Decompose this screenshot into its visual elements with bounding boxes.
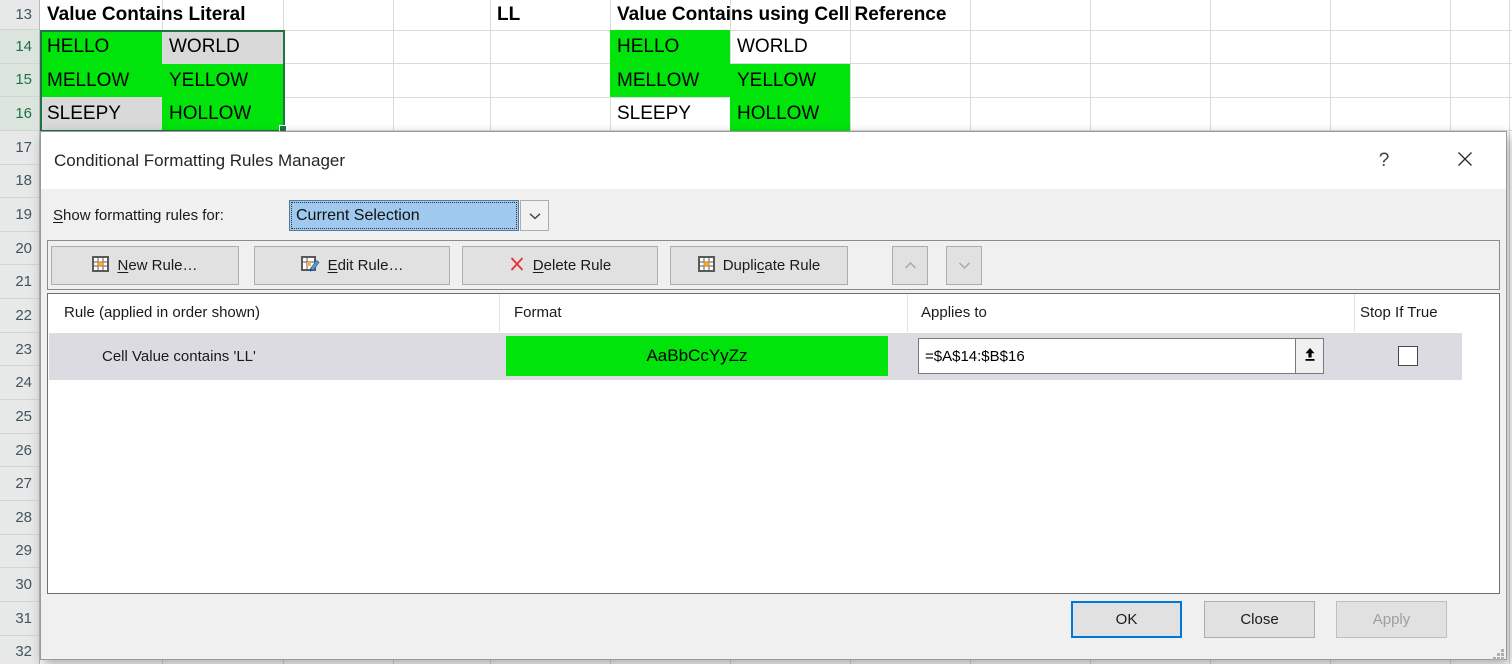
cell-G15[interactable]: YELLOW	[730, 64, 850, 97]
column-divider	[1354, 294, 1355, 332]
scope-dropdown-arrow-button[interactable]	[520, 200, 549, 231]
column-header-format: Format	[514, 294, 562, 332]
delete-x-icon	[509, 256, 525, 276]
excel-screen: 13 14 15 16 17 18 19 20 21 22 23 24 25 2…	[0, 0, 1512, 664]
duplicate-rule-label: Duplicate Rule	[723, 257, 821, 274]
close-dialog-button[interactable]: Close	[1204, 601, 1315, 638]
row-number[interactable]: 20	[0, 232, 39, 266]
row-number[interactable]: 23	[0, 333, 39, 367]
cell-B15[interactable]: YELLOW	[162, 64, 283, 97]
row-number[interactable]: 19	[0, 198, 39, 232]
cell-A13-heading[interactable]: Value Contains Literal	[40, 0, 246, 30]
cf-rules-manager-dialog: Conditional Formatting Rules Manager ? S…	[40, 131, 1507, 660]
scope-dropdown-value[interactable]: Current Selection	[289, 200, 519, 231]
column-header-stop-if-true: Stop If True	[1360, 294, 1438, 332]
cell-B16[interactable]: HOLLOW	[162, 97, 283, 131]
column-header-rule: Rule (applied in order shown)	[64, 294, 260, 332]
rule-description: Cell Value contains 'LL'	[102, 333, 256, 380]
cell-E13-literal[interactable]: LL	[490, 0, 520, 30]
edit-rule-button[interactable]: Edit Rule…	[254, 246, 450, 285]
dialog-title: Conditional Formatting Rules Manager	[54, 132, 345, 189]
collapse-dialog-range-button[interactable]	[1295, 338, 1324, 374]
cell-F13-heading[interactable]: Value Contains using Cell Reference	[610, 0, 946, 30]
close-button[interactable]	[1449, 145, 1481, 176]
row-header-column: 13 14 15 16 17 18 19 20 21 22 23 24 25 2…	[0, 0, 40, 664]
cell-F14[interactable]: HELLO	[610, 30, 730, 64]
cell-G14[interactable]: WORLD	[730, 30, 850, 64]
cell-A16[interactable]: SLEEPY	[40, 97, 162, 131]
row-number[interactable]: 25	[0, 400, 39, 434]
row-number[interactable]: 14	[0, 30, 39, 64]
cell-A15[interactable]: MELLOW	[40, 64, 162, 97]
scope-dropdown[interactable]: Current Selection	[289, 200, 549, 231]
stop-if-true-checkbox[interactable]	[1398, 346, 1418, 366]
new-rule-label: New Rule…	[117, 257, 197, 274]
row-number[interactable]: 17	[0, 131, 39, 165]
rules-list: Rule (applied in order shown) Format App…	[47, 293, 1500, 594]
gridline	[1509, 0, 1510, 664]
edit-rule-pencil-icon	[301, 256, 320, 276]
rules-toolbar: New Rule… Edit Rule… Delete Rule Duplica…	[47, 240, 1500, 290]
range-picker-arrow-icon	[1303, 347, 1317, 365]
rule-format-preview: AaBbCcYyZz	[506, 336, 888, 376]
row-number[interactable]: 13	[0, 0, 39, 30]
cell-B14[interactable]: WORLD	[162, 30, 283, 64]
help-icon: ?	[1379, 150, 1390, 172]
row-number[interactable]: 31	[0, 602, 39, 636]
duplicate-rule-button[interactable]: Duplicate Rule	[670, 246, 848, 285]
applies-to-input[interactable]	[918, 338, 1296, 374]
delete-rule-button[interactable]: Delete Rule	[462, 246, 658, 285]
help-button[interactable]: ?	[1368, 145, 1400, 176]
resize-grip[interactable]	[1493, 647, 1504, 664]
cell-A14[interactable]: HELLO	[40, 30, 162, 64]
column-header-applies-to: Applies to	[921, 294, 987, 332]
row-number[interactable]: 22	[0, 299, 39, 333]
column-divider	[907, 294, 908, 332]
edit-rule-label: Edit Rule…	[328, 257, 404, 274]
show-rules-label: Show formatting rules for:	[53, 200, 224, 231]
row-number[interactable]: 24	[0, 366, 39, 400]
new-rule-button[interactable]: New Rule…	[51, 246, 239, 285]
chevron-up-icon	[904, 257, 917, 274]
chevron-down-icon	[958, 257, 971, 274]
row-number[interactable]: 30	[0, 568, 39, 602]
chevron-down-icon	[529, 207, 541, 224]
row-number[interactable]: 27	[0, 467, 39, 501]
move-rule-up-button[interactable]	[892, 246, 928, 285]
row-number[interactable]: 21	[0, 265, 39, 299]
new-rule-table-icon	[92, 256, 109, 276]
close-icon	[1457, 151, 1473, 170]
delete-rule-label: Delete Rule	[533, 257, 611, 274]
row-number[interactable]: 32	[0, 636, 39, 664]
cell-F15[interactable]: MELLOW	[610, 64, 730, 97]
cell-G16[interactable]: HOLLOW	[730, 97, 850, 131]
row-number[interactable]: 15	[0, 64, 39, 98]
row-number[interactable]: 18	[0, 165, 39, 199]
row-number[interactable]: 26	[0, 434, 39, 468]
cell-F16[interactable]: SLEEPY	[610, 97, 730, 131]
ok-button[interactable]: OK	[1071, 601, 1182, 638]
row-number[interactable]: 28	[0, 501, 39, 535]
column-divider	[499, 294, 500, 332]
duplicate-rule-table-icon	[698, 256, 715, 276]
dialog-titlebar[interactable]: Conditional Formatting Rules Manager ?	[41, 132, 1506, 189]
row-number[interactable]: 16	[0, 97, 39, 131]
move-rule-down-button[interactable]	[946, 246, 982, 285]
apply-button[interactable]: Apply	[1336, 601, 1447, 638]
rule-row-selected[interactable]: Cell Value contains 'LL' AaBbCcYyZz	[49, 333, 1462, 380]
row-number[interactable]: 29	[0, 535, 39, 569]
